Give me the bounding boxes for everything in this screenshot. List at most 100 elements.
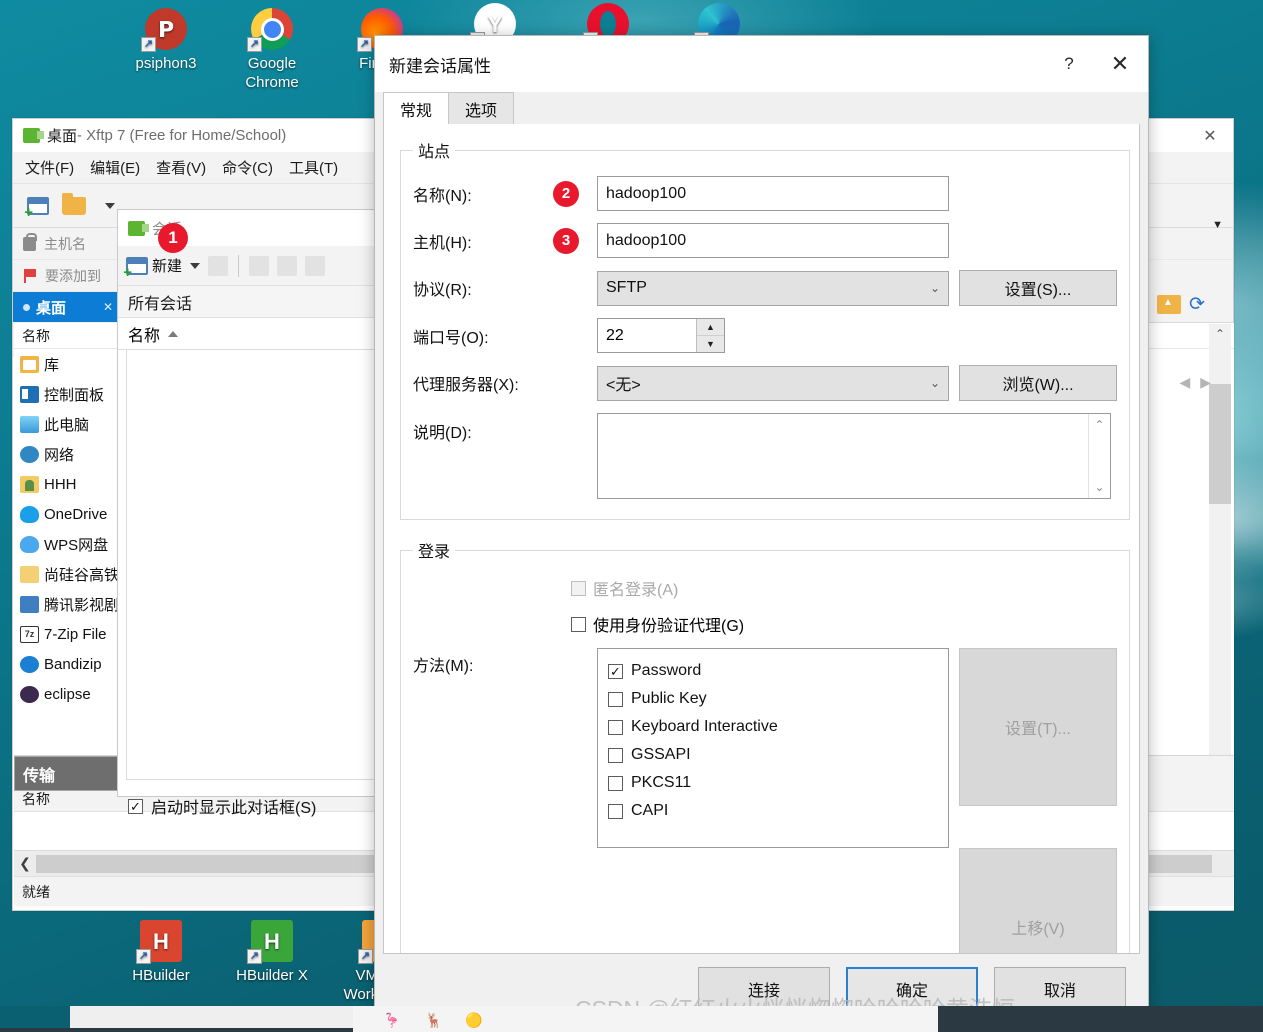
method-checkbox[interactable]: [608, 691, 623, 707]
site-name-input[interactable]: hadoop100: [597, 176, 949, 211]
tab-options[interactable]: 选项: [448, 92, 514, 124]
method-settings-button[interactable]: 设置(T)...: [959, 648, 1117, 806]
eclipse-icon: [20, 685, 39, 703]
method-item-public-key[interactable]: Public Key: [608, 685, 938, 713]
use-auth-agent-row[interactable]: 使用身份验证代理(G): [571, 612, 1117, 636]
menu-file[interactable]: 文件(F): [25, 157, 74, 178]
method-item-password[interactable]: Password: [608, 657, 938, 685]
anonymous-login-row[interactable]: 匿名登录(A): [571, 576, 1117, 600]
dialog-body: 站点 名称(N): 2 hadoop100 主机(H): 3 hadoop100…: [383, 124, 1140, 954]
scroll-up-icon[interactable]: ⌃: [1094, 418, 1104, 432]
parent-folder-icon[interactable]: [1157, 295, 1181, 314]
method-item-pkcs11[interactable]: PKCS11: [608, 769, 938, 797]
method-label-text: PKCS11: [631, 774, 692, 791]
copy-icon[interactable]: [277, 255, 298, 276]
method-item-gssapi[interactable]: GSSAPI: [608, 741, 938, 769]
tab-desktop[interactable]: 桌面 ✕: [13, 292, 123, 322]
refresh-icon[interactable]: ⟳: [1189, 293, 1205, 316]
site-name-label: 名称(N):: [413, 187, 472, 205]
desktop-icon-label: psiphon3: [135, 55, 197, 72]
list-item-label: 网络: [44, 446, 75, 464]
list-item-label: eclipse: [44, 685, 91, 703]
new-session-chevron-icon[interactable]: [190, 262, 201, 269]
scroll-left-icon[interactable]: ❮: [14, 855, 36, 872]
taskbar-icon-1[interactable]: 🦩: [383, 1012, 400, 1029]
show-on-startup-checkbox[interactable]: [128, 798, 143, 814]
remote-pager-arrows-icon[interactable]: ◀▶: [1179, 374, 1221, 391]
port-stepper[interactable]: 22 ▲ ▼: [597, 318, 725, 353]
chevron-down-icon: ⌄: [929, 281, 940, 295]
site-host-row: 主机(H): 3 hadoop100: [413, 223, 1117, 258]
sessions-column-label: 名称: [128, 327, 161, 345]
taskbar-icon-2[interactable]: 🦌: [425, 1012, 442, 1029]
desktop-icon-psiphon3[interactable]: 𝗣 ↗ psiphon3: [118, 8, 214, 73]
method-side-buttons: 设置(T)... 上移(V) 下∧(E): [959, 648, 1117, 953]
proxy-browse-button[interactable]: 浏览(W)...: [959, 365, 1117, 401]
method-checkbox[interactable]: [608, 663, 623, 679]
menu-edit[interactable]: 编辑(E): [90, 157, 140, 178]
method-checkbox[interactable]: [608, 719, 623, 735]
shortcut-arrow-icon: ↗: [358, 949, 373, 964]
folder-icon: [62, 192, 86, 215]
sessions-column-name[interactable]: 名称: [118, 318, 389, 350]
stepper-down-icon[interactable]: ▼: [697, 336, 724, 352]
desktop-icon-hbuilder[interactable]: H ↗ HBuilder: [113, 920, 209, 985]
wps-cloud-icon: [20, 535, 39, 553]
protocol-settings-button[interactable]: 设置(S)...: [959, 270, 1117, 306]
tab-close-icon[interactable]: ✕: [103, 300, 113, 314]
cancel-button[interactable]: 取消: [994, 967, 1126, 1011]
site-host-input[interactable]: hadoop100: [597, 223, 949, 258]
description-textarea[interactable]: ⌃ ⌄: [597, 413, 1111, 499]
desktop-icon-label: HBuilder X: [236, 967, 308, 984]
lock-icon: [23, 232, 37, 251]
cut-icon[interactable]: [249, 255, 270, 276]
protocol-select[interactable]: SFTP ⌄: [597, 270, 949, 306]
site-port-row: 端口号(O): 22 ▲ ▼: [413, 318, 1117, 353]
proxy-select[interactable]: <无> ⌄: [597, 365, 949, 401]
sessions-list[interactable]: [126, 350, 381, 780]
method-checkbox[interactable]: [608, 747, 623, 763]
xftp-close-button[interactable]: ✕: [1187, 119, 1233, 152]
new-session-button[interactable]: +: [23, 192, 53, 220]
method-checkbox[interactable]: [608, 803, 623, 819]
menu-command[interactable]: 命令(C): [222, 157, 273, 178]
menu-view[interactable]: 查看(V): [156, 157, 206, 178]
method-list[interactable]: Password Public Key Keyboard Interactive…: [597, 648, 949, 848]
sessions-toolbar: + 新建: [118, 246, 389, 286]
use-auth-agent-checkbox[interactable]: [571, 616, 586, 632]
desktop-icon-hbuilder-x[interactable]: H ↗ HBuilder X: [224, 920, 320, 985]
taskbar-icon-3[interactable]: 🟡: [465, 1012, 482, 1029]
paste-icon[interactable]: [305, 255, 326, 276]
tab-label: 桌面: [36, 299, 67, 317]
tab-general[interactable]: 常规: [383, 92, 449, 124]
taskbar: 🦩 🦌 🟡: [0, 1006, 1263, 1032]
network-icon: [20, 445, 39, 463]
menu-tools[interactable]: 工具(T): [289, 157, 338, 178]
psiphon-icon: 𝗣 ↗: [141, 8, 187, 52]
method-item-keyboard-interactive[interactable]: Keyboard Interactive: [608, 713, 938, 741]
open-folder-button[interactable]: [59, 192, 89, 220]
protocol-select-value: SFTP: [606, 279, 647, 296]
remote-dropdown-chevron-icon[interactable]: ▼: [1212, 219, 1223, 231]
description-value: [598, 414, 1088, 498]
ok-button[interactable]: 确定: [846, 967, 978, 1011]
dialog-titlebar: 新建会话属性 ? ✕: [375, 36, 1148, 92]
scroll-down-icon[interactable]: ⌄: [1094, 480, 1104, 494]
connect-button[interactable]: 连接: [698, 967, 830, 1011]
move-up-button[interactable]: 上移(V): [959, 848, 1117, 953]
scrollbar-thumb[interactable]: [1209, 384, 1231, 504]
new-session-button[interactable]: + 新建: [123, 255, 182, 280]
site-protocol-row: 协议(R): SFTP ⌄ 设置(S)...: [413, 270, 1117, 306]
close-button[interactable]: ✕: [1092, 36, 1148, 92]
properties-icon[interactable]: [208, 255, 229, 276]
stepper-up-icon[interactable]: ▲: [697, 319, 724, 336]
scroll-up-icon[interactable]: ⌃: [1209, 324, 1231, 344]
desktop-icon-google-chrome[interactable]: ↗ Google Chrome: [224, 8, 320, 92]
login-group: 登录 匿名登录(A) 使用身份验证代理(G) 方法(M): Password P…: [400, 538, 1130, 953]
method-checkbox[interactable]: [608, 775, 623, 791]
description-scrollbar[interactable]: ⌃ ⌄: [1088, 414, 1110, 498]
port-input[interactable]: 22: [598, 319, 696, 352]
anonymous-login-label: 匿名登录(A): [593, 582, 679, 599]
help-button[interactable]: ?: [1046, 36, 1092, 92]
method-item-capi[interactable]: CAPI: [608, 797, 938, 825]
